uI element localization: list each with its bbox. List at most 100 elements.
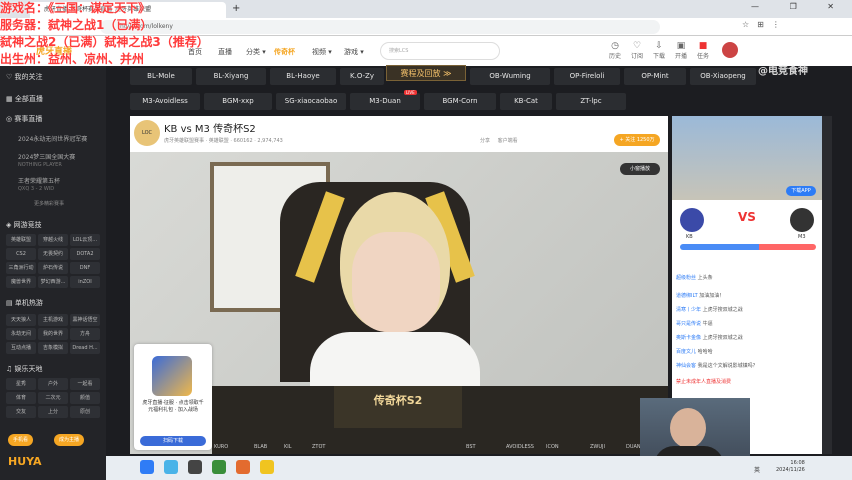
- game-chip[interactable]: LOL云顶...: [70, 234, 100, 246]
- sidebar-event-2-sub: NOTHING PLAYER: [18, 162, 62, 168]
- player-pill[interactable]: BL-Haoye: [270, 68, 336, 85]
- sidebar-events[interactable]: ◎ 赛事直播: [6, 114, 42, 124]
- sidebar-single-games[interactable]: ▤ 单机热游: [6, 298, 43, 308]
- webcam-face: [670, 408, 706, 448]
- sidebar-event-2[interactable]: 2024梦三国全国大赛: [18, 152, 75, 161]
- game-chip[interactable]: 主机游戏: [38, 314, 68, 326]
- nav-category[interactable]: 分类 ▾: [246, 47, 266, 57]
- edge-icon[interactable]: [164, 460, 178, 474]
- game-chip[interactable]: 互动点播: [6, 342, 36, 354]
- subscribe-icon[interactable]: ♡ 订阅: [628, 41, 646, 60]
- player-pill[interactable]: K.O-Zy: [340, 68, 384, 85]
- player-pill[interactable]: OB-Xiaopeng: [690, 68, 756, 85]
- game-chip[interactable]: 无畏契约: [38, 248, 68, 260]
- game-chip[interactable]: 穿越火线: [38, 234, 68, 246]
- player-pill[interactable]: BGM-xxp: [204, 93, 272, 110]
- sidebar-event-3[interactable]: 王者荣耀第五杯: [18, 176, 60, 185]
- history-icon[interactable]: ◷ 历史: [606, 41, 624, 60]
- task-icon[interactable]: ■ 任务: [694, 41, 712, 60]
- player-pill[interactable]: M3-Avoidless: [130, 93, 200, 110]
- player-pill[interactable]: BL-Mole: [130, 68, 192, 85]
- player-pill[interactable]: OP-Fireloli: [554, 68, 620, 85]
- system-clock[interactable]: 16:08 2024/11/26: [776, 460, 805, 474]
- sidebar-entertainment[interactable]: ♫ 娱乐天地: [6, 364, 43, 374]
- download-app-button[interactable]: 下载APP: [786, 186, 816, 196]
- game-chip[interactable]: 炉石传说: [38, 262, 68, 274]
- room-actions[interactable]: 分享 客户端看: [480, 137, 518, 144]
- game-chip[interactable]: 交友: [6, 406, 36, 418]
- sidebar-online-games[interactable]: ◈ 网游竞技: [6, 220, 42, 230]
- chat-message: 神仙会客 我是这个文解说影城镇吗？: [676, 363, 758, 369]
- chat-message: 哥只是传说 牛逼: [676, 321, 713, 327]
- broadcast-icon[interactable]: ▣ 开播: [672, 41, 690, 60]
- team-logo-kb: [680, 208, 704, 232]
- nav-legend-cup[interactable]: 传奇杯: [274, 47, 295, 57]
- folder-icon[interactable]: [260, 460, 274, 474]
- game-chip[interactable]: 上分: [38, 406, 68, 418]
- game-chip[interactable]: 英雄联盟: [6, 234, 36, 246]
- game-chip[interactable]: 梦幻西游...: [38, 276, 68, 288]
- game-chip[interactable]: 户外: [38, 378, 68, 390]
- sidebar-my-follow[interactable]: ♡ 我的关注: [6, 72, 43, 82]
- game-chip[interactable]: 魔兽世界: [6, 276, 36, 288]
- live-badge: LIVE: [404, 90, 417, 95]
- mobile-watch-button[interactable]: 手机看: [8, 434, 34, 446]
- mini-window-button[interactable]: 小窗播放: [620, 163, 660, 175]
- game-chip[interactable]: 三角洲行动: [6, 262, 36, 274]
- team-name: KIL: [284, 444, 292, 450]
- game-chip[interactable]: DOTA2: [70, 248, 100, 260]
- game-chip[interactable]: 黑神话悟空: [70, 314, 100, 326]
- game-chip[interactable]: DNF: [70, 262, 100, 274]
- player-pill[interactable]: BGM-Corn: [424, 93, 496, 110]
- download-icon[interactable]: ⇩ 下载: [650, 41, 668, 60]
- game-chip[interactable]: 方舟: [70, 328, 100, 340]
- sidebar: ♡ 我的关注 ▦ 全部直播 ◎ 赛事直播 2024永劫无间世界冠军赛 2024梦…: [0, 66, 106, 480]
- become-streamer-button[interactable]: 成为主播: [54, 434, 85, 446]
- player-pill[interactable]: SG-xiaocaobao: [276, 93, 346, 110]
- promo-download-button[interactable]: 扫码下载: [140, 436, 206, 446]
- game-chip[interactable]: 永劫无间: [6, 328, 36, 340]
- start-icon[interactable]: [140, 460, 154, 474]
- nav-live[interactable]: 直播: [218, 47, 232, 57]
- search-input[interactable]: 搜索LCS: [380, 42, 500, 60]
- new-tab-button[interactable]: +: [232, 2, 240, 16]
- player-pill[interactable]: OB-Wuming: [470, 68, 550, 85]
- team2-label: M3: [798, 234, 806, 240]
- game-chip[interactable]: 原创: [70, 406, 100, 418]
- sidebar-all-live[interactable]: ▦ 全部直播: [6, 94, 43, 104]
- chrome-icon[interactable]: [212, 460, 226, 474]
- player-pill[interactable]: BL-Xiyang: [196, 68, 266, 85]
- player-pill[interactable]: M3-Duan: [350, 93, 420, 110]
- player-pill[interactable]: OP-Mint: [624, 68, 686, 85]
- game-chip[interactable]: inZOI: [70, 276, 100, 288]
- sidebar-more-events[interactable]: 更多精彩赛事: [34, 200, 64, 207]
- follow-button[interactable]: + 关注 1250万: [614, 134, 660, 146]
- league-logo: LOC: [134, 120, 160, 146]
- app-icon[interactable]: [236, 460, 250, 474]
- chat-message: 超级粉丝 上头条: [676, 275, 713, 281]
- game-chip[interactable]: 天天狼人: [6, 314, 36, 326]
- game-chip[interactable]: 颜值: [70, 392, 100, 404]
- game-chip[interactable]: 吉象模拟: [38, 342, 68, 354]
- ime-indicator[interactable]: 英: [754, 465, 760, 474]
- app-icon[interactable]: [188, 460, 202, 474]
- sidebar-event-1[interactable]: 2024永劫无间世界冠军赛: [18, 134, 87, 143]
- game-chip[interactable]: CS2: [6, 248, 36, 260]
- game-chip[interactable]: Dread H...: [70, 342, 100, 354]
- game-chip[interactable]: 星秀: [6, 378, 36, 390]
- right-scrollbar[interactable]: [822, 116, 832, 454]
- chat-system-notice: 禁止未成年人直播及消费: [676, 379, 732, 385]
- game-chip[interactable]: 我的世界: [38, 328, 68, 340]
- game-chip[interactable]: 体育: [6, 392, 36, 404]
- nav-games[interactable]: 游戏 ▾: [344, 47, 364, 57]
- game-chip[interactable]: 二次元: [38, 392, 68, 404]
- nav-video[interactable]: 视频 ▾: [312, 47, 332, 57]
- overlay-line: 出生州：益州、凉州、并州: [0, 52, 145, 66]
- schedule-replay-button[interactable]: 赛程及回放 ≫: [386, 65, 466, 81]
- player-pill[interactable]: KB-Cat: [500, 93, 552, 110]
- game-chip[interactable]: 一起看: [70, 378, 100, 390]
- browser-extension-icons[interactable]: ☆⊞⋮: [742, 20, 788, 29]
- user-avatar[interactable]: [722, 42, 738, 58]
- window-controls[interactable]: — ❐ ✕: [751, 2, 848, 11]
- player-pill[interactable]: ZT-lpc: [556, 93, 626, 110]
